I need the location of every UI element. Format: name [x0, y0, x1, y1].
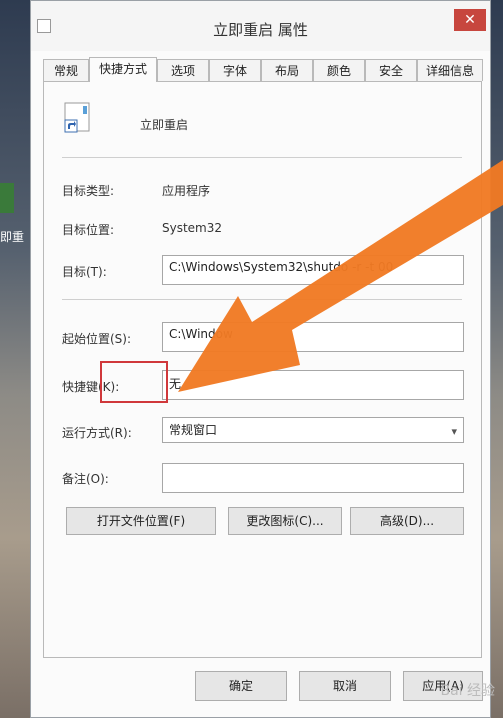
start-in-field[interactable]: C:\Window — [162, 322, 464, 352]
change-icon-button[interactable]: 更改图标(C)... — [228, 507, 342, 535]
hotkey-field[interactable]: 无 — [162, 370, 464, 400]
shortcut-file-icon — [64, 102, 90, 133]
run-select[interactable]: 常规窗口 ▾ — [162, 417, 464, 443]
tab-general[interactable]: 常规 — [43, 59, 89, 81]
window-title: 立即重启 属性 — [213, 21, 308, 39]
open-file-location-button[interactable]: 打开文件位置(F) — [66, 507, 216, 535]
desktop-shortcut-icon[interactable] — [0, 183, 14, 213]
tab-colors[interactable]: 颜色 — [313, 59, 365, 81]
target-location-value: System32 — [162, 221, 223, 235]
advanced-button[interactable]: 高级(D)... — [350, 507, 464, 535]
tab-font[interactable]: 字体 — [209, 59, 261, 81]
target-location-label: 目标位置: — [62, 223, 115, 237]
divider — [62, 299, 462, 300]
hotkey-highlight-box — [100, 361, 168, 403]
target-type-label: 目标类型: — [62, 184, 115, 198]
tab-security[interactable]: 安全 — [365, 59, 417, 81]
chevron-down-icon: ▾ — [451, 425, 457, 438]
tab-strip: 常规 快捷方式 选项 字体 布局 颜色 安全 详细信息 — [43, 57, 484, 82]
ok-button[interactable]: 确定 — [195, 671, 287, 701]
properties-window: 立即重启 属性 ✕ 常规 快捷方式 选项 字体 布局 颜色 安全 详细信息 立即… — [30, 0, 491, 718]
tab-details[interactable]: 详细信息 — [417, 59, 483, 81]
target-field[interactable]: C:\Windows\System32\shutdo -r -t 00 — [162, 255, 464, 285]
comment-label: 备注(O): — [62, 472, 109, 486]
desktop-shortcut-caption: 即重 — [0, 230, 25, 244]
run-label: 运行方式(R): — [62, 426, 132, 440]
tab-layout[interactable]: 布局 — [261, 59, 313, 81]
start-in-label: 起始位置(S): — [62, 332, 132, 346]
target-label: 目标(T): — [62, 265, 107, 279]
title-bar[interactable]: 立即重启 属性 ✕ — [31, 1, 490, 51]
tab-options[interactable]: 选项 — [157, 59, 209, 81]
divider — [62, 157, 462, 158]
close-button[interactable]: ✕ — [454, 9, 486, 31]
comment-field[interactable] — [162, 463, 464, 493]
target-type-value: 应用程序 — [162, 184, 211, 198]
shortcut-name: 立即重启 — [140, 118, 189, 132]
tab-shortcut[interactable]: 快捷方式 — [89, 57, 157, 82]
watermark: Bai 经验 — [440, 683, 495, 699]
run-select-value: 常规窗口 — [169, 423, 218, 437]
cancel-button[interactable]: 取消 — [299, 671, 391, 701]
